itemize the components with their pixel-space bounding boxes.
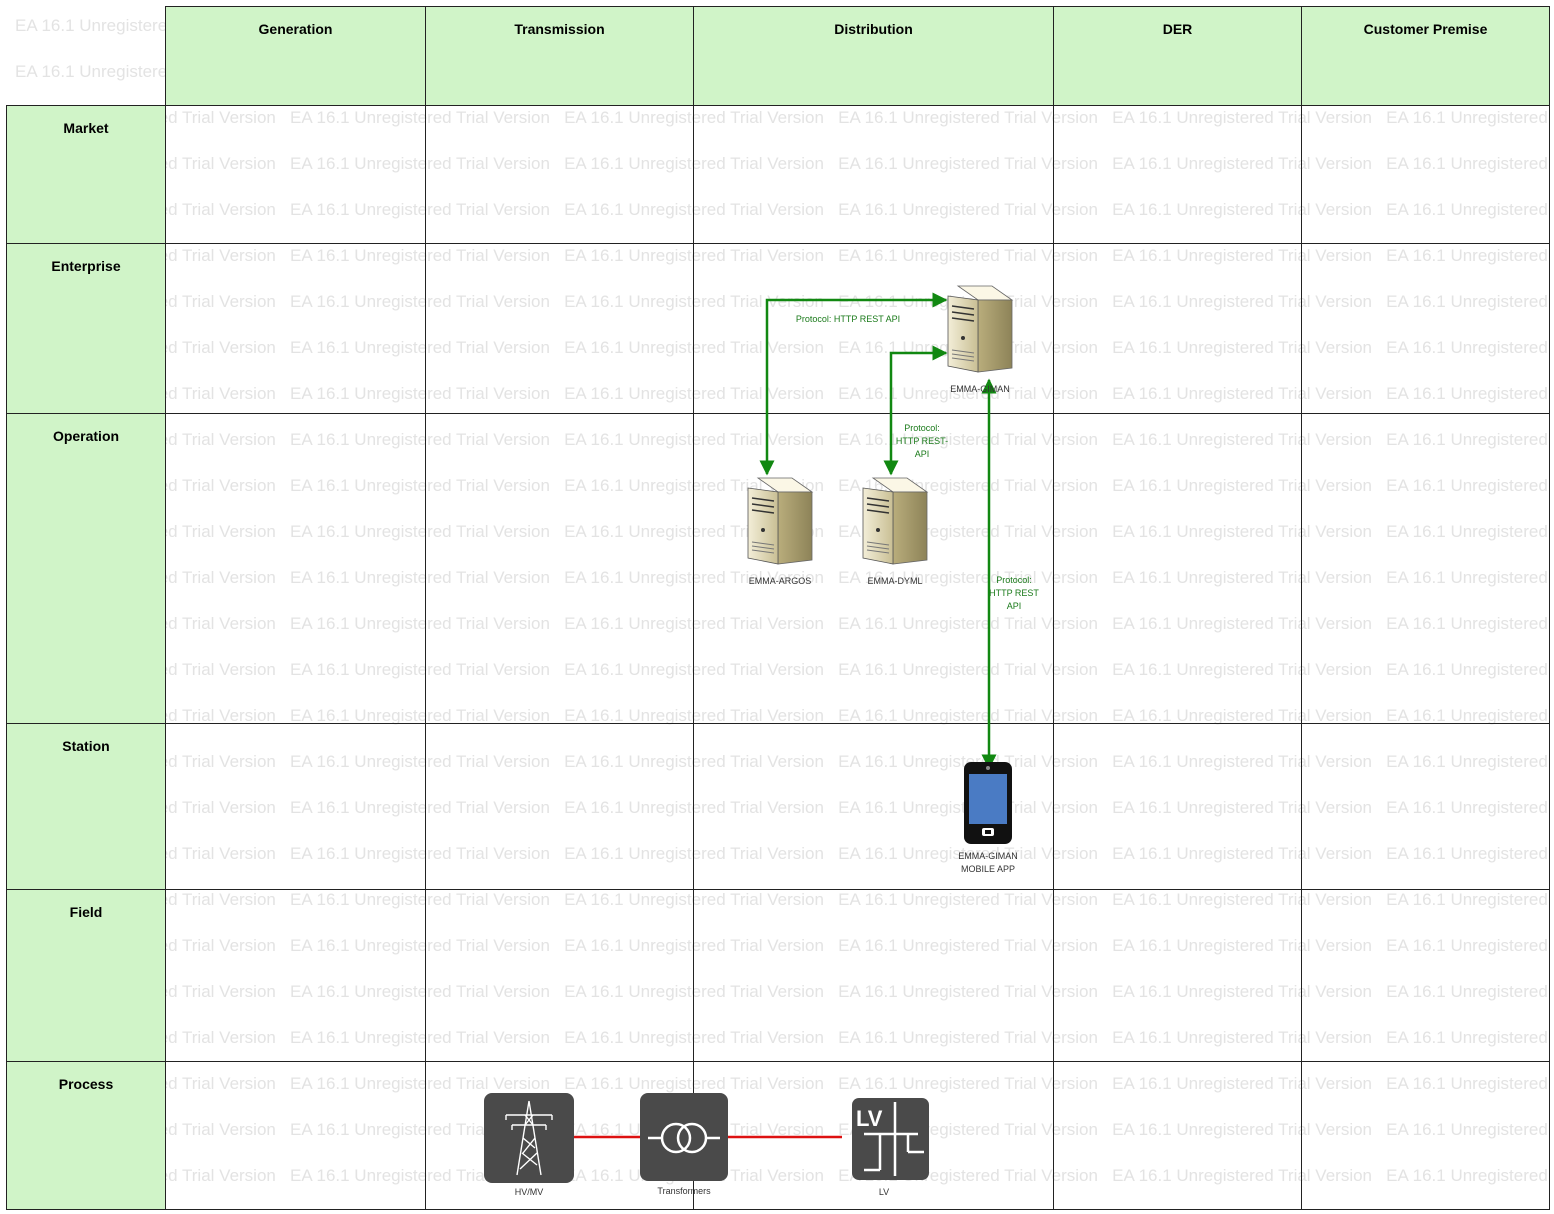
node-label-giman: EMMA-GIMAN bbox=[950, 384, 1010, 394]
node-label-mobile-line1: EMMA-GIMAN bbox=[958, 851, 1018, 861]
node-label-mobile: EMMA-GIMAN MOBILE APP bbox=[948, 850, 1028, 876]
protocol-line: API bbox=[1006, 601, 1022, 611]
protocol-line: HTTP REST- bbox=[895, 436, 949, 446]
protocol-line: Protocol: bbox=[996, 575, 1032, 585]
protocol-line: Protocol: bbox=[904, 423, 940, 433]
protocol-label-argos-giman: Protocol: HTTP REST API bbox=[795, 314, 901, 324]
node-label-mobile-line2: MOBILE APP bbox=[960, 864, 1016, 874]
node-label-argos: EMMA-ARGOS bbox=[748, 576, 812, 586]
transformer-icon[interactable] bbox=[640, 1093, 728, 1181]
grid-lines bbox=[165, 105, 1550, 1210]
node-label-transformers: Transformers bbox=[657, 1186, 711, 1196]
protocol-label-mobile-giman: Protocol: HTTP REST API bbox=[986, 574, 1042, 613]
server-icon[interactable] bbox=[947, 285, 1013, 373]
protocol-line: API bbox=[914, 449, 930, 459]
power-tower-icon[interactable] bbox=[484, 1093, 574, 1183]
protocol-label-dyml-giman: Protocol: HTTP REST- API bbox=[894, 422, 950, 461]
node-label-lv: LV bbox=[878, 1187, 890, 1197]
svg-text:LV: LV bbox=[856, 1106, 883, 1131]
server-icon[interactable] bbox=[747, 477, 813, 565]
node-label-hvmv: HV/MV bbox=[514, 1187, 544, 1197]
smartphone-icon[interactable] bbox=[964, 762, 1012, 844]
server-icon[interactable] bbox=[862, 477, 928, 565]
protocol-line: HTTP REST bbox=[989, 588, 1039, 598]
node-label-dyml: EMMA-DYML bbox=[867, 576, 923, 586]
diagram-canvas: LV bbox=[165, 105, 1550, 1210]
lv-network-icon[interactable]: LV bbox=[852, 1098, 929, 1180]
